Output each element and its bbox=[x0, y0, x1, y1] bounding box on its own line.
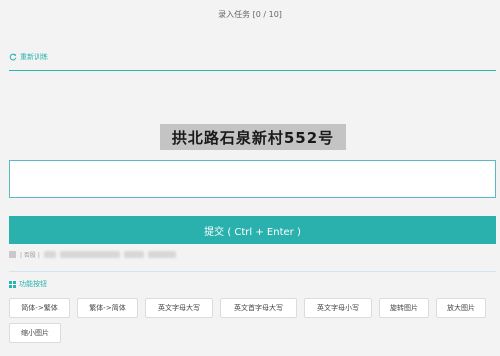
blurred-info bbox=[59, 251, 120, 258]
retrain-label: 重新训练 bbox=[20, 53, 48, 61]
grid-icon bbox=[9, 280, 16, 288]
capitalize-first-button[interactable]: 英文首字母大写 bbox=[220, 298, 297, 318]
retrain-link[interactable]: 重新训练 bbox=[9, 52, 48, 62]
answer-input[interactable] bbox=[9, 160, 496, 198]
lowercase-button[interactable]: 英文字母小写 bbox=[304, 298, 372, 318]
blurred-info bbox=[147, 251, 176, 258]
address-image: 拱北路石泉新村552号 bbox=[160, 124, 346, 150]
divider bbox=[9, 271, 496, 272]
uppercase-button[interactable]: 英文字母大写 bbox=[145, 298, 213, 318]
refresh-icon bbox=[9, 53, 17, 61]
rotate-image-button[interactable]: 旋转图片 bbox=[379, 298, 429, 318]
info-text: | 否股 | bbox=[20, 252, 40, 259]
info-row: | 否股 | bbox=[9, 250, 176, 259]
page-title: 录入任务 [0 / 10] bbox=[218, 10, 282, 19]
zoom-in-image-button[interactable]: 放大图片 bbox=[436, 298, 486, 318]
status-square-icon bbox=[9, 251, 16, 258]
divider bbox=[9, 70, 496, 71]
zoom-out-image-button[interactable]: 缩小图片 bbox=[9, 323, 61, 343]
function-section-title: 功能按钮 bbox=[9, 279, 47, 289]
submit-button[interactable]: 提交 ( Ctrl + Enter ) bbox=[9, 216, 496, 244]
function-title-label: 功能按钮 bbox=[19, 280, 47, 288]
simplified-to-traditional-button[interactable]: 简体->繁体 bbox=[9, 298, 70, 318]
blurred-info bbox=[43, 251, 56, 258]
blurred-info bbox=[123, 251, 144, 258]
traditional-to-simplified-button[interactable]: 繁体->简体 bbox=[77, 298, 138, 318]
